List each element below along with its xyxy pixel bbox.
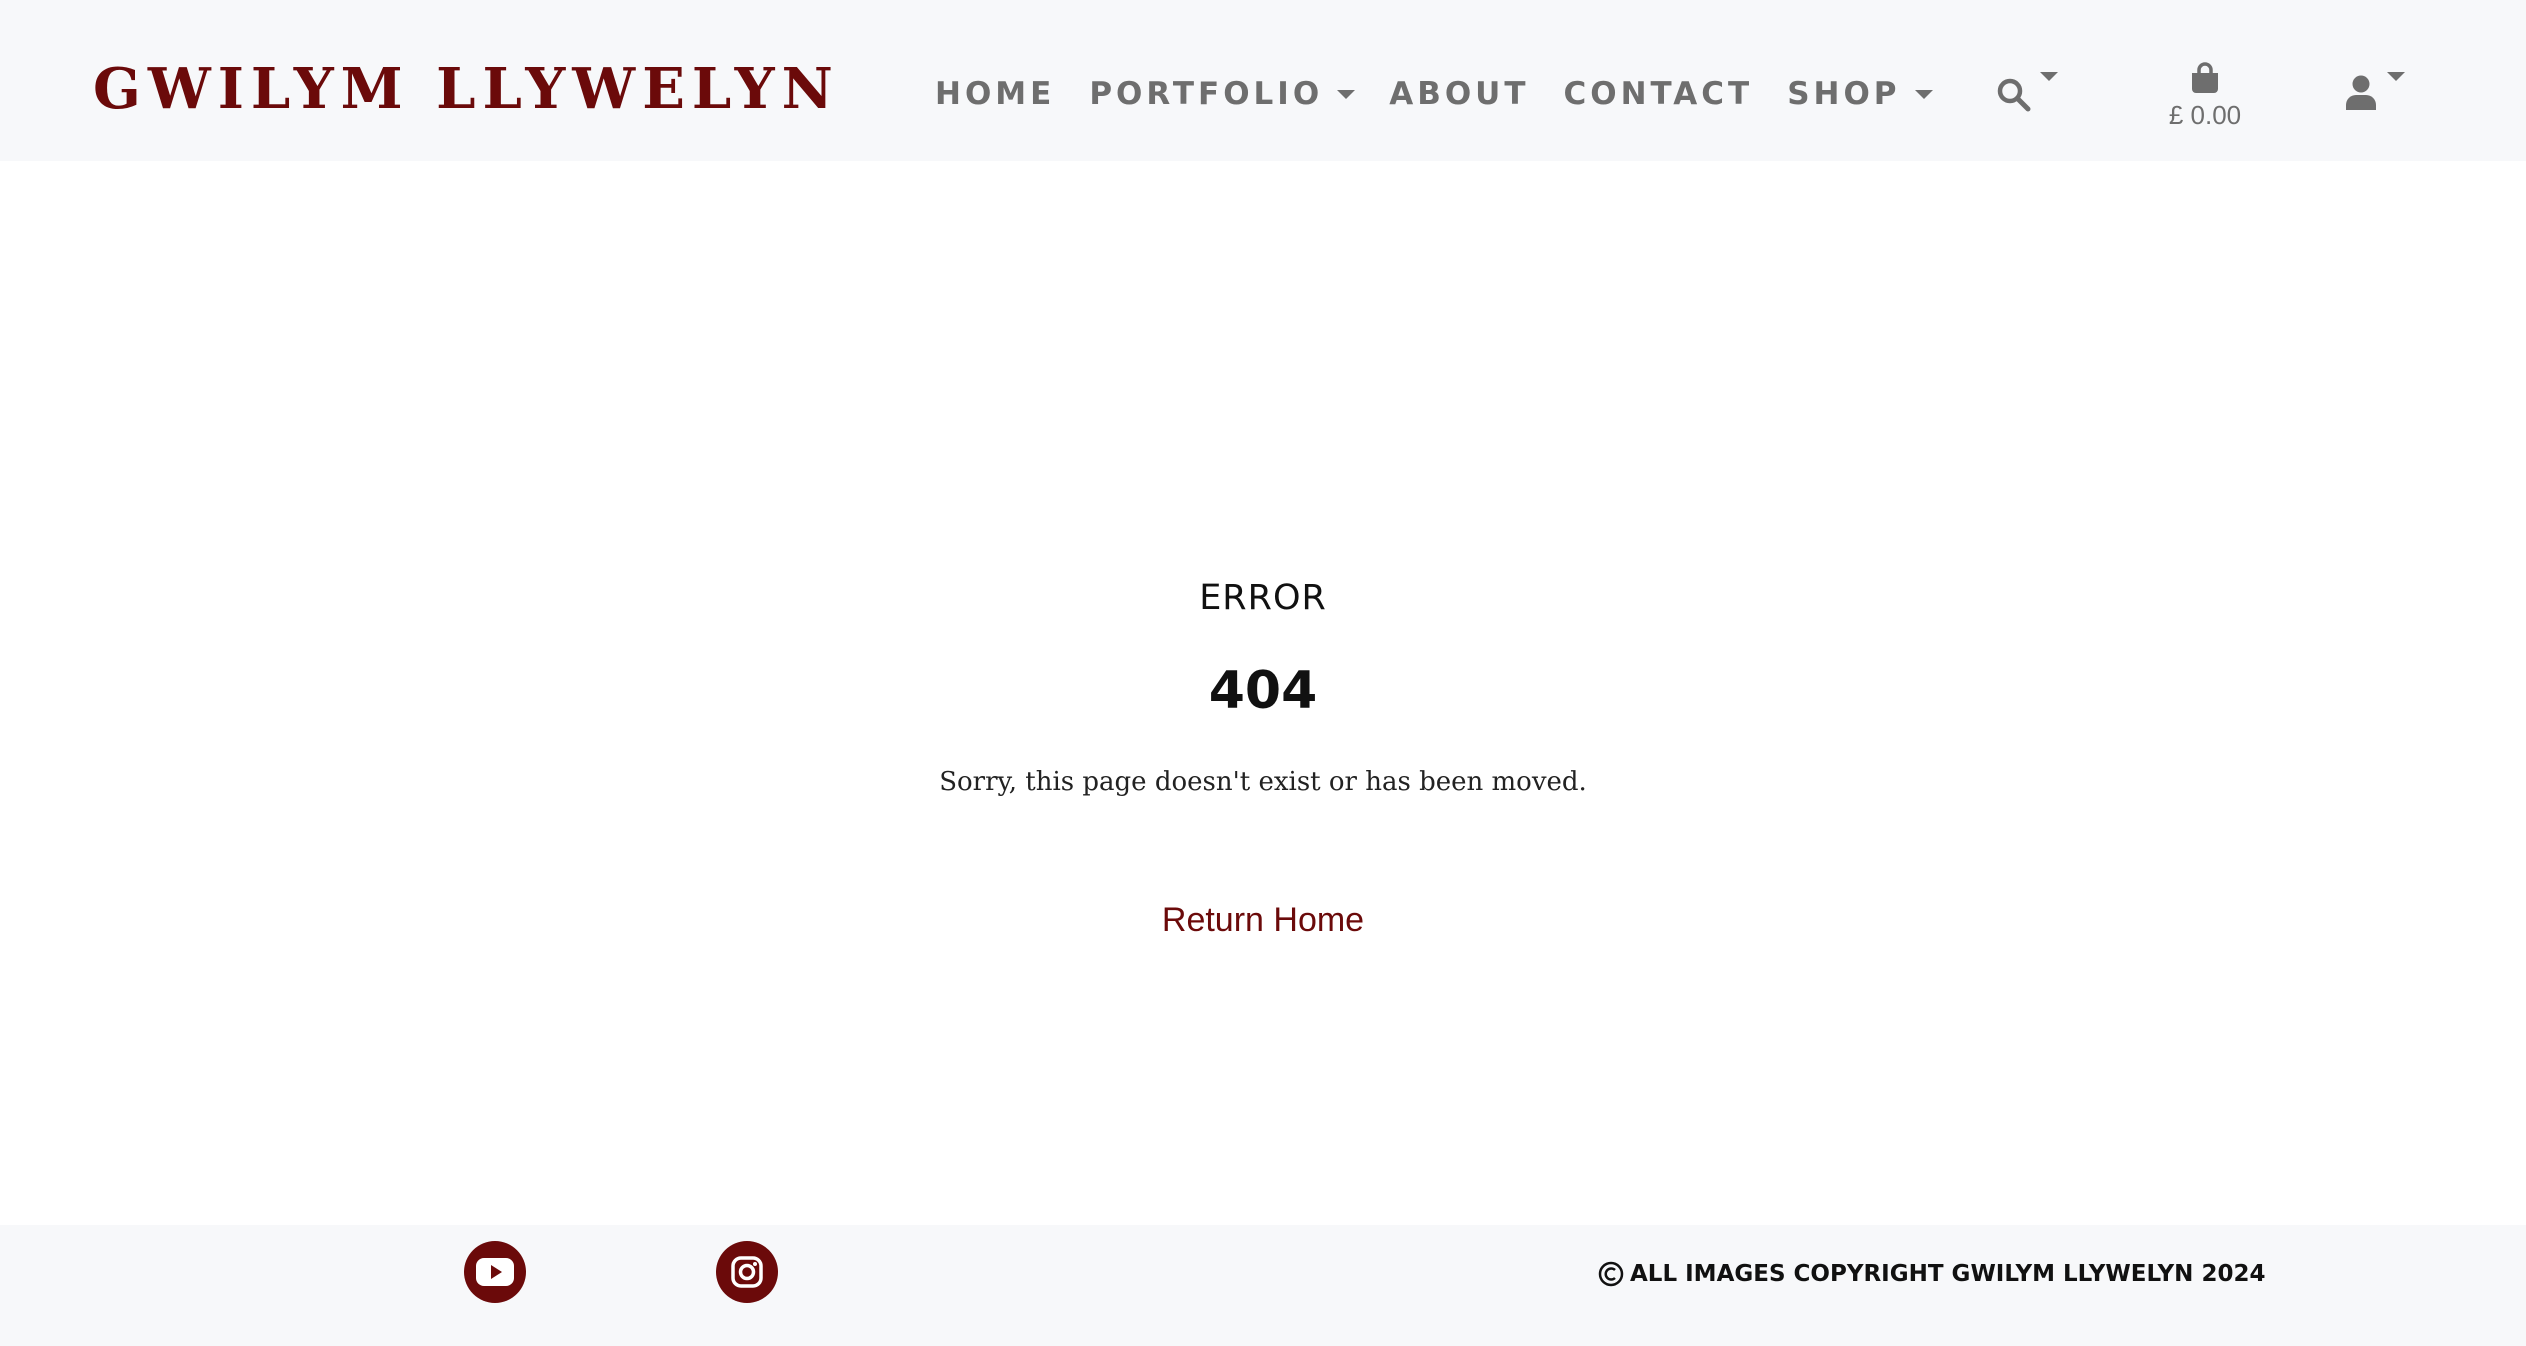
nav-portfolio[interactable]: PORTFOLIO (1089, 76, 1356, 112)
copyright: ALL IMAGES COPYRIGHT GWILYM LLYWELYN 202… (1598, 1261, 2265, 1287)
copyright-text: ALL IMAGES COPYRIGHT GWILYM LLYWELYN 202… (1630, 1261, 2266, 1287)
search-icon (1997, 78, 2031, 112)
error-code: 404 (1208, 661, 1318, 721)
nav-about-label: ABOUT (1389, 76, 1530, 112)
site-footer: ALL IMAGES COPYRIGHT GWILYM LLYWELYN 202… (0, 1225, 2526, 1346)
brand-logo[interactable]: GWILYM LLYWELYN (93, 56, 840, 122)
nav-home-label: HOME (935, 76, 1056, 112)
cart-button[interactable]: £ 0.00 (2150, 62, 2260, 142)
instagram-link[interactable] (716, 1241, 778, 1303)
shopping-bag-icon (2192, 62, 2218, 93)
nav-shop[interactable]: SHOP (1787, 76, 1933, 112)
nav-shop-label: SHOP (1787, 76, 1901, 112)
copyright-icon (1598, 1261, 1624, 1287)
chevron-down-icon (2040, 72, 2058, 81)
nav-contact[interactable]: CONTACT (1564, 76, 1754, 112)
user-icon (2346, 75, 2376, 110)
main-nav: HOME PORTFOLIO ABOUT CONTACT SHOP (935, 76, 1967, 112)
nav-portfolio-label: PORTFOLIO (1089, 76, 1324, 112)
youtube-link[interactable] (464, 1241, 526, 1303)
chevron-down-icon (1914, 89, 1933, 99)
chevron-down-icon (2387, 72, 2405, 81)
site-header: GWILYM LLYWELYN HOME PORTFOLIO ABOUT CON… (0, 0, 2526, 161)
error-message: Sorry, this page doesn't exist or has be… (939, 767, 1587, 797)
nav-contact-label: CONTACT (1563, 76, 1754, 112)
error-content: ERROR 404 Sorry, this page doesn't exist… (0, 161, 2526, 1225)
instagram-icon (731, 1256, 763, 1288)
cart-total: £ 0.00 (2168, 100, 2242, 130)
return-home-link[interactable]: Return Home (1113, 901, 1413, 940)
nav-home[interactable]: HOME (935, 76, 1055, 112)
nav-about[interactable]: ABOUT (1389, 76, 1529, 112)
search-button[interactable] (1996, 68, 2058, 118)
error-label: ERROR (1199, 578, 1327, 618)
youtube-icon (476, 1258, 514, 1286)
account-button[interactable] (2345, 66, 2405, 116)
chevron-down-icon (1337, 89, 1356, 99)
